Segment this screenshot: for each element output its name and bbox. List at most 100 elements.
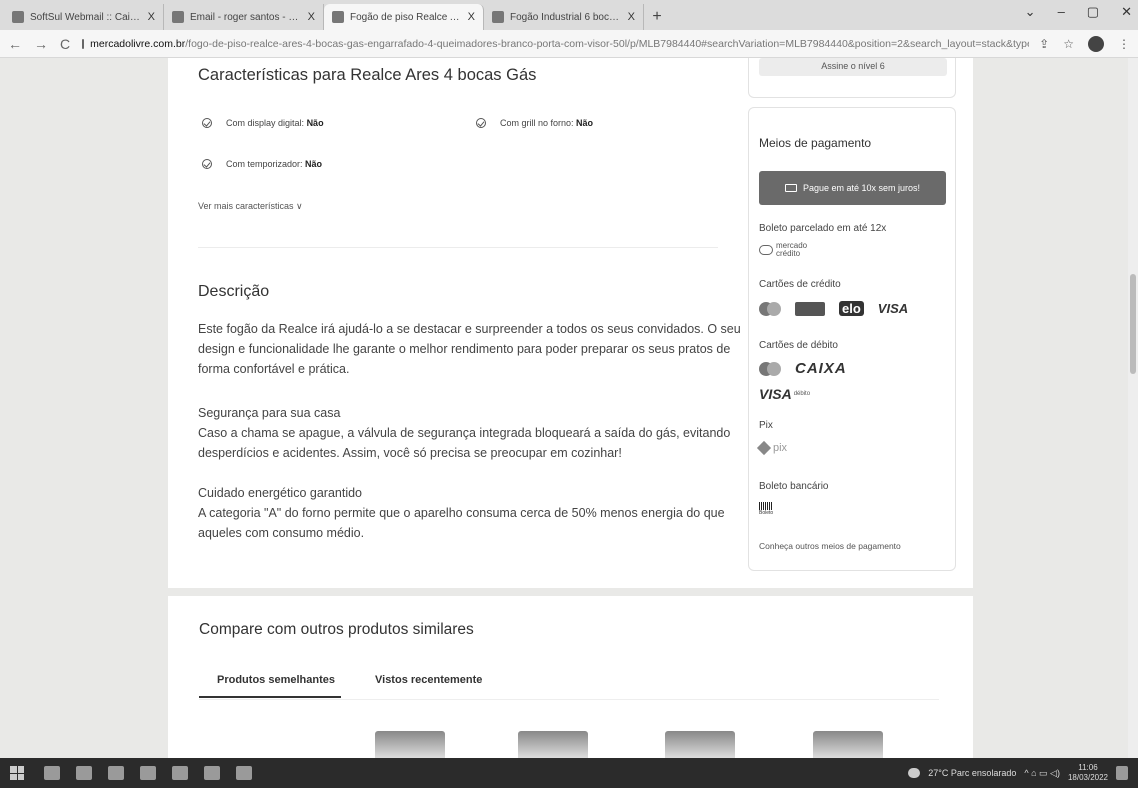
- close-tab-icon[interactable]: X: [628, 11, 635, 23]
- windows-start-icon[interactable]: [10, 766, 24, 780]
- reload-icon[interactable]: C: [60, 36, 70, 52]
- notification-icon[interactable]: [1116, 766, 1128, 780]
- browser-tab[interactable]: Email - roger santos - Outlook X: [164, 4, 324, 30]
- close-window-button[interactable]: ✕: [1121, 4, 1132, 20]
- close-tab-icon[interactable]: X: [468, 11, 475, 23]
- mercado-credito-logo: mercado crédito: [759, 242, 807, 258]
- share-icon[interactable]: ⇪: [1039, 37, 1049, 51]
- maximize-button[interactable]: ▢: [1087, 4, 1099, 20]
- browser-tab-active[interactable]: Fogão de piso Realce Ares 4 boc X: [324, 4, 484, 30]
- payment-title: Meios de pagamento: [759, 136, 872, 150]
- tab-title: SoftSul Webmail :: Caixa de entr: [30, 11, 142, 23]
- window-controls: ⌄ – ▢ ✕: [1025, 4, 1132, 20]
- url-host: mercadolivre.com.br: [90, 37, 186, 50]
- system-tray: 27°C Parc ensolarado ^ ⌂ ▭ ◁) 11:06 18/0…: [908, 758, 1128, 788]
- feature-item: Com grill no forno: Não: [476, 118, 593, 128]
- mastercard-icon: [759, 301, 781, 316]
- tab-similar-products[interactable]: Produtos semelhantes: [217, 674, 335, 686]
- feature-label: Com grill no forno:: [500, 118, 574, 128]
- profile-avatar[interactable]: [1088, 35, 1104, 52]
- bookmark-star-icon[interactable]: ☆: [1063, 37, 1074, 51]
- installments-label: Pague em até 10x sem juros!: [802, 183, 921, 193]
- caixa-logo: CAIXA: [795, 360, 847, 377]
- boleto-logo-text: Boleto: [759, 510, 774, 516]
- description-paragraph: Este fogão da Realce irá ajudá-lo a se d…: [198, 322, 741, 376]
- feature-label: Com display digital:: [226, 118, 305, 128]
- chrome-icon[interactable]: [108, 766, 124, 780]
- browser-tab[interactable]: Fogão Industrial 6 bocas 40X40 X: [484, 4, 644, 30]
- close-tab-icon[interactable]: X: [148, 11, 155, 23]
- tab-title: Fogão de piso Realce Ares 4 boc: [350, 11, 462, 23]
- tab-search-icon[interactable]: ⌄: [1025, 4, 1036, 20]
- compare-title: Compare com outros produtos similares: [199, 621, 474, 638]
- compare-section: Compare com outros produtos similares Pr…: [168, 596, 973, 758]
- product-thumbnail[interactable]: [518, 731, 588, 758]
- favicon-icon: [172, 11, 184, 23]
- installments-button[interactable]: Pague em até 10x sem juros!: [759, 171, 946, 205]
- check-circle-icon: [202, 118, 212, 128]
- barcode-icon: [759, 502, 773, 510]
- pix-logo-text: pix: [773, 442, 788, 454]
- debit-card-logos: CAIXA: [759, 360, 847, 377]
- active-tab-indicator: [199, 696, 341, 698]
- tab-recently-viewed[interactable]: Vistos recentemente: [375, 674, 482, 686]
- clock-date: 18/03/2022: [1067, 773, 1108, 782]
- more-characteristics-link[interactable]: Ver mais características ∨: [198, 201, 303, 212]
- pix-logo: pix: [756, 440, 788, 456]
- subscription-card: Assine o nível 6: [748, 58, 956, 98]
- product-thumbnail[interactable]: [665, 731, 735, 758]
- taskbar-app-icon[interactable]: [236, 766, 252, 780]
- browser-tab-bar: SoftSul Webmail :: Caixa de entr X Email…: [0, 0, 1138, 30]
- url-field[interactable]: mercadolivre.com.br/fogo-de-piso-realce-…: [82, 38, 1029, 50]
- debit-cards-title: Cartões de débito: [759, 340, 838, 351]
- boleto-parcelado-label: Boleto parcelado em até 12x: [759, 223, 887, 234]
- amex-icon: [795, 301, 825, 316]
- visa-debito-logo: VISA débito: [759, 386, 810, 402]
- favicon-icon: [12, 11, 24, 23]
- mercado-credito-text: mercado crédito: [776, 241, 808, 258]
- elo-logo: elo: [839, 301, 864, 316]
- handshake-icon: [759, 245, 773, 255]
- favicon-icon: [492, 11, 504, 23]
- subscribe-level-button[interactable]: Assine o nível 6: [759, 58, 947, 76]
- address-bar-actions: ⇪ ☆ ⋮: [1039, 35, 1130, 52]
- payment-methods-card: Meios de pagamento Pague em até 10x sem …: [748, 107, 956, 571]
- windows-taskbar: 27°C Parc ensolarado ^ ⌂ ▭ ◁) 11:06 18/0…: [0, 758, 1138, 788]
- task-view-icon[interactable]: [76, 766, 92, 780]
- weather-text[interactable]: 27°C Parc ensolarado: [928, 768, 1016, 778]
- product-thumbnail[interactable]: [375, 731, 445, 758]
- search-icon[interactable]: [44, 766, 60, 780]
- new-tab-button[interactable]: +: [644, 4, 670, 30]
- description-paragraph: Segurança para sua casa Caso a chama se …: [198, 406, 731, 460]
- url-path: /fogo-de-piso-realce-ares-4-bocas-gas-en…: [185, 37, 1030, 50]
- taskbar-app-icon[interactable]: [140, 766, 156, 780]
- favicon-icon: [332, 11, 344, 23]
- page-scrollbar[interactable]: [1128, 58, 1138, 758]
- section-divider: [198, 247, 718, 248]
- address-bar: ← → C mercadolivre.com.br/fogo-de-piso-r…: [0, 30, 1138, 58]
- credit-cards-title: Cartões de crédito: [759, 279, 841, 290]
- back-icon[interactable]: ←: [8, 36, 22, 52]
- more-payment-methods-link[interactable]: Conheça outros meios de pagamento: [759, 541, 901, 551]
- visa-debito-text: VISA: [759, 386, 792, 402]
- scrollbar-thumb[interactable]: [1130, 274, 1136, 374]
- visa-debito-suffix: débito: [793, 391, 811, 397]
- maestro-icon: [759, 361, 781, 376]
- feature-value: Não: [305, 159, 323, 169]
- boleto-logo: Boleto: [759, 502, 773, 516]
- close-tab-icon[interactable]: X: [308, 11, 315, 23]
- clock-time: 11:06: [1078, 763, 1098, 772]
- characteristics-title: Características para Realce Ares 4 bocas…: [198, 66, 537, 84]
- clock[interactable]: 11:06 18/03/2022: [1068, 763, 1108, 783]
- mail-icon[interactable]: [172, 766, 188, 780]
- product-thumbnail[interactable]: [813, 731, 883, 758]
- browser-tab[interactable]: SoftSul Webmail :: Caixa de entr X: [4, 4, 164, 30]
- forward-icon[interactable]: →: [34, 36, 48, 52]
- calculator-icon[interactable]: [204, 766, 220, 780]
- tray-icons[interactable]: ^ ⌂ ▭ ◁): [1024, 768, 1060, 779]
- lock-icon: [82, 38, 85, 49]
- pix-diamond-icon: [756, 440, 772, 456]
- browser-menu-icon[interactable]: ⋮: [1118, 37, 1130, 51]
- minimize-button[interactable]: –: [1058, 4, 1065, 20]
- feature-value: Não: [576, 118, 594, 128]
